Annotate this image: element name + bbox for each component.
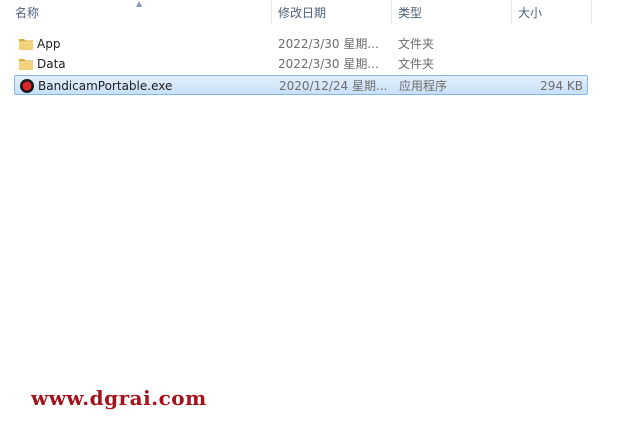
file-modified-date: 2022/3/30 星期...: [278, 37, 379, 51]
folder-icon: [19, 59, 33, 70]
column-header-name[interactable]: 名称: [15, 0, 270, 24]
file-row-app[interactable]: App 2022/3/30 星期... 文件夹: [14, 34, 588, 54]
column-header-type[interactable]: 类型: [398, 0, 510, 24]
file-type: 文件夹: [398, 57, 435, 71]
file-name: Data: [37, 57, 66, 71]
column-divider[interactable]: [591, 0, 592, 24]
column-header-bar: ▲ 名称 修改日期 类型 大小: [0, 0, 643, 24]
file-row-bandicamportable[interactable]: BandicamPortable.exe 2020/12/24 星期... 应用…: [14, 75, 588, 95]
file-type: 应用程序: [399, 79, 448, 93]
column-header-size[interactable]: 大小: [518, 0, 590, 24]
bandicam-app-icon: [20, 79, 34, 93]
file-modified-date: 2020/12/24 星期...: [279, 79, 388, 93]
column-divider[interactable]: [511, 0, 512, 24]
file-name: App: [37, 37, 61, 51]
column-divider[interactable]: [271, 0, 272, 24]
file-modified-date: 2022/3/30 星期...: [278, 57, 379, 71]
watermark-text: www.dgrai.com: [31, 386, 207, 410]
file-name: BandicamPortable.exe: [38, 79, 173, 93]
file-row-data[interactable]: Data 2022/3/30 星期... 文件夹: [14, 54, 588, 74]
folder-icon: [19, 39, 33, 50]
file-type: 文件夹: [398, 37, 435, 51]
column-header-modified[interactable]: 修改日期: [278, 0, 390, 24]
column-divider[interactable]: [391, 0, 392, 24]
file-size: 294 KB: [540, 79, 583, 93]
